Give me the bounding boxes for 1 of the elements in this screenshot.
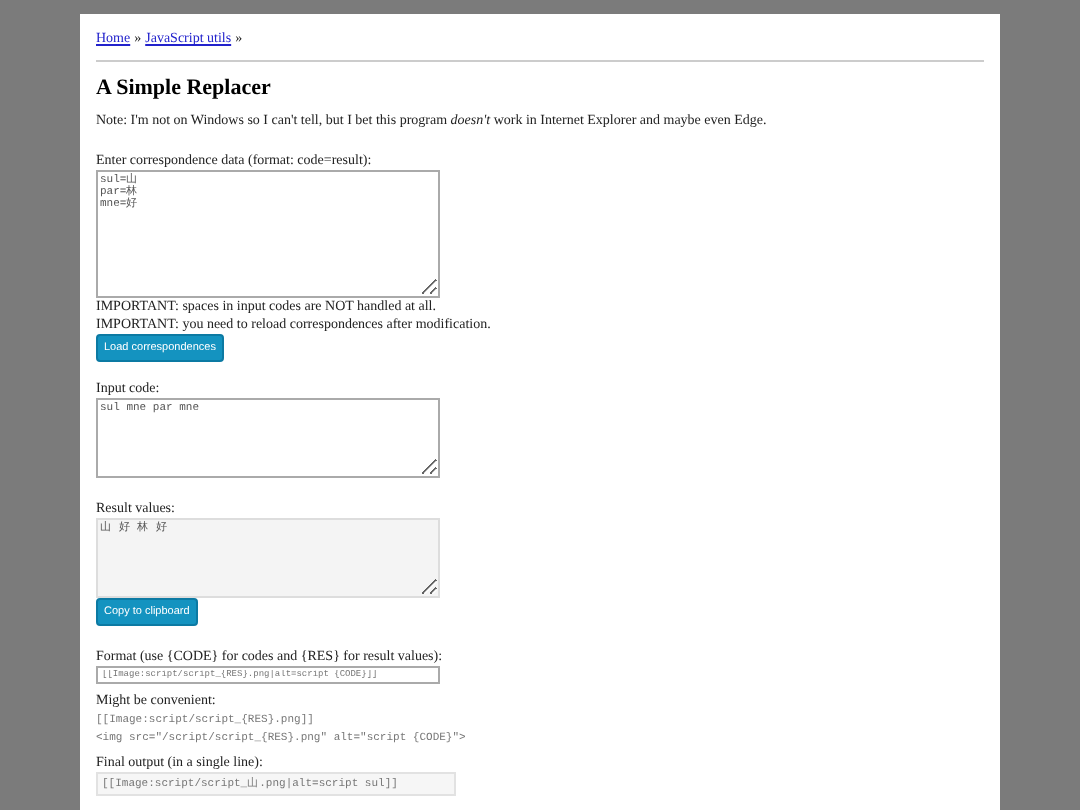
- page-title: A Simple Replacer: [96, 76, 273, 100]
